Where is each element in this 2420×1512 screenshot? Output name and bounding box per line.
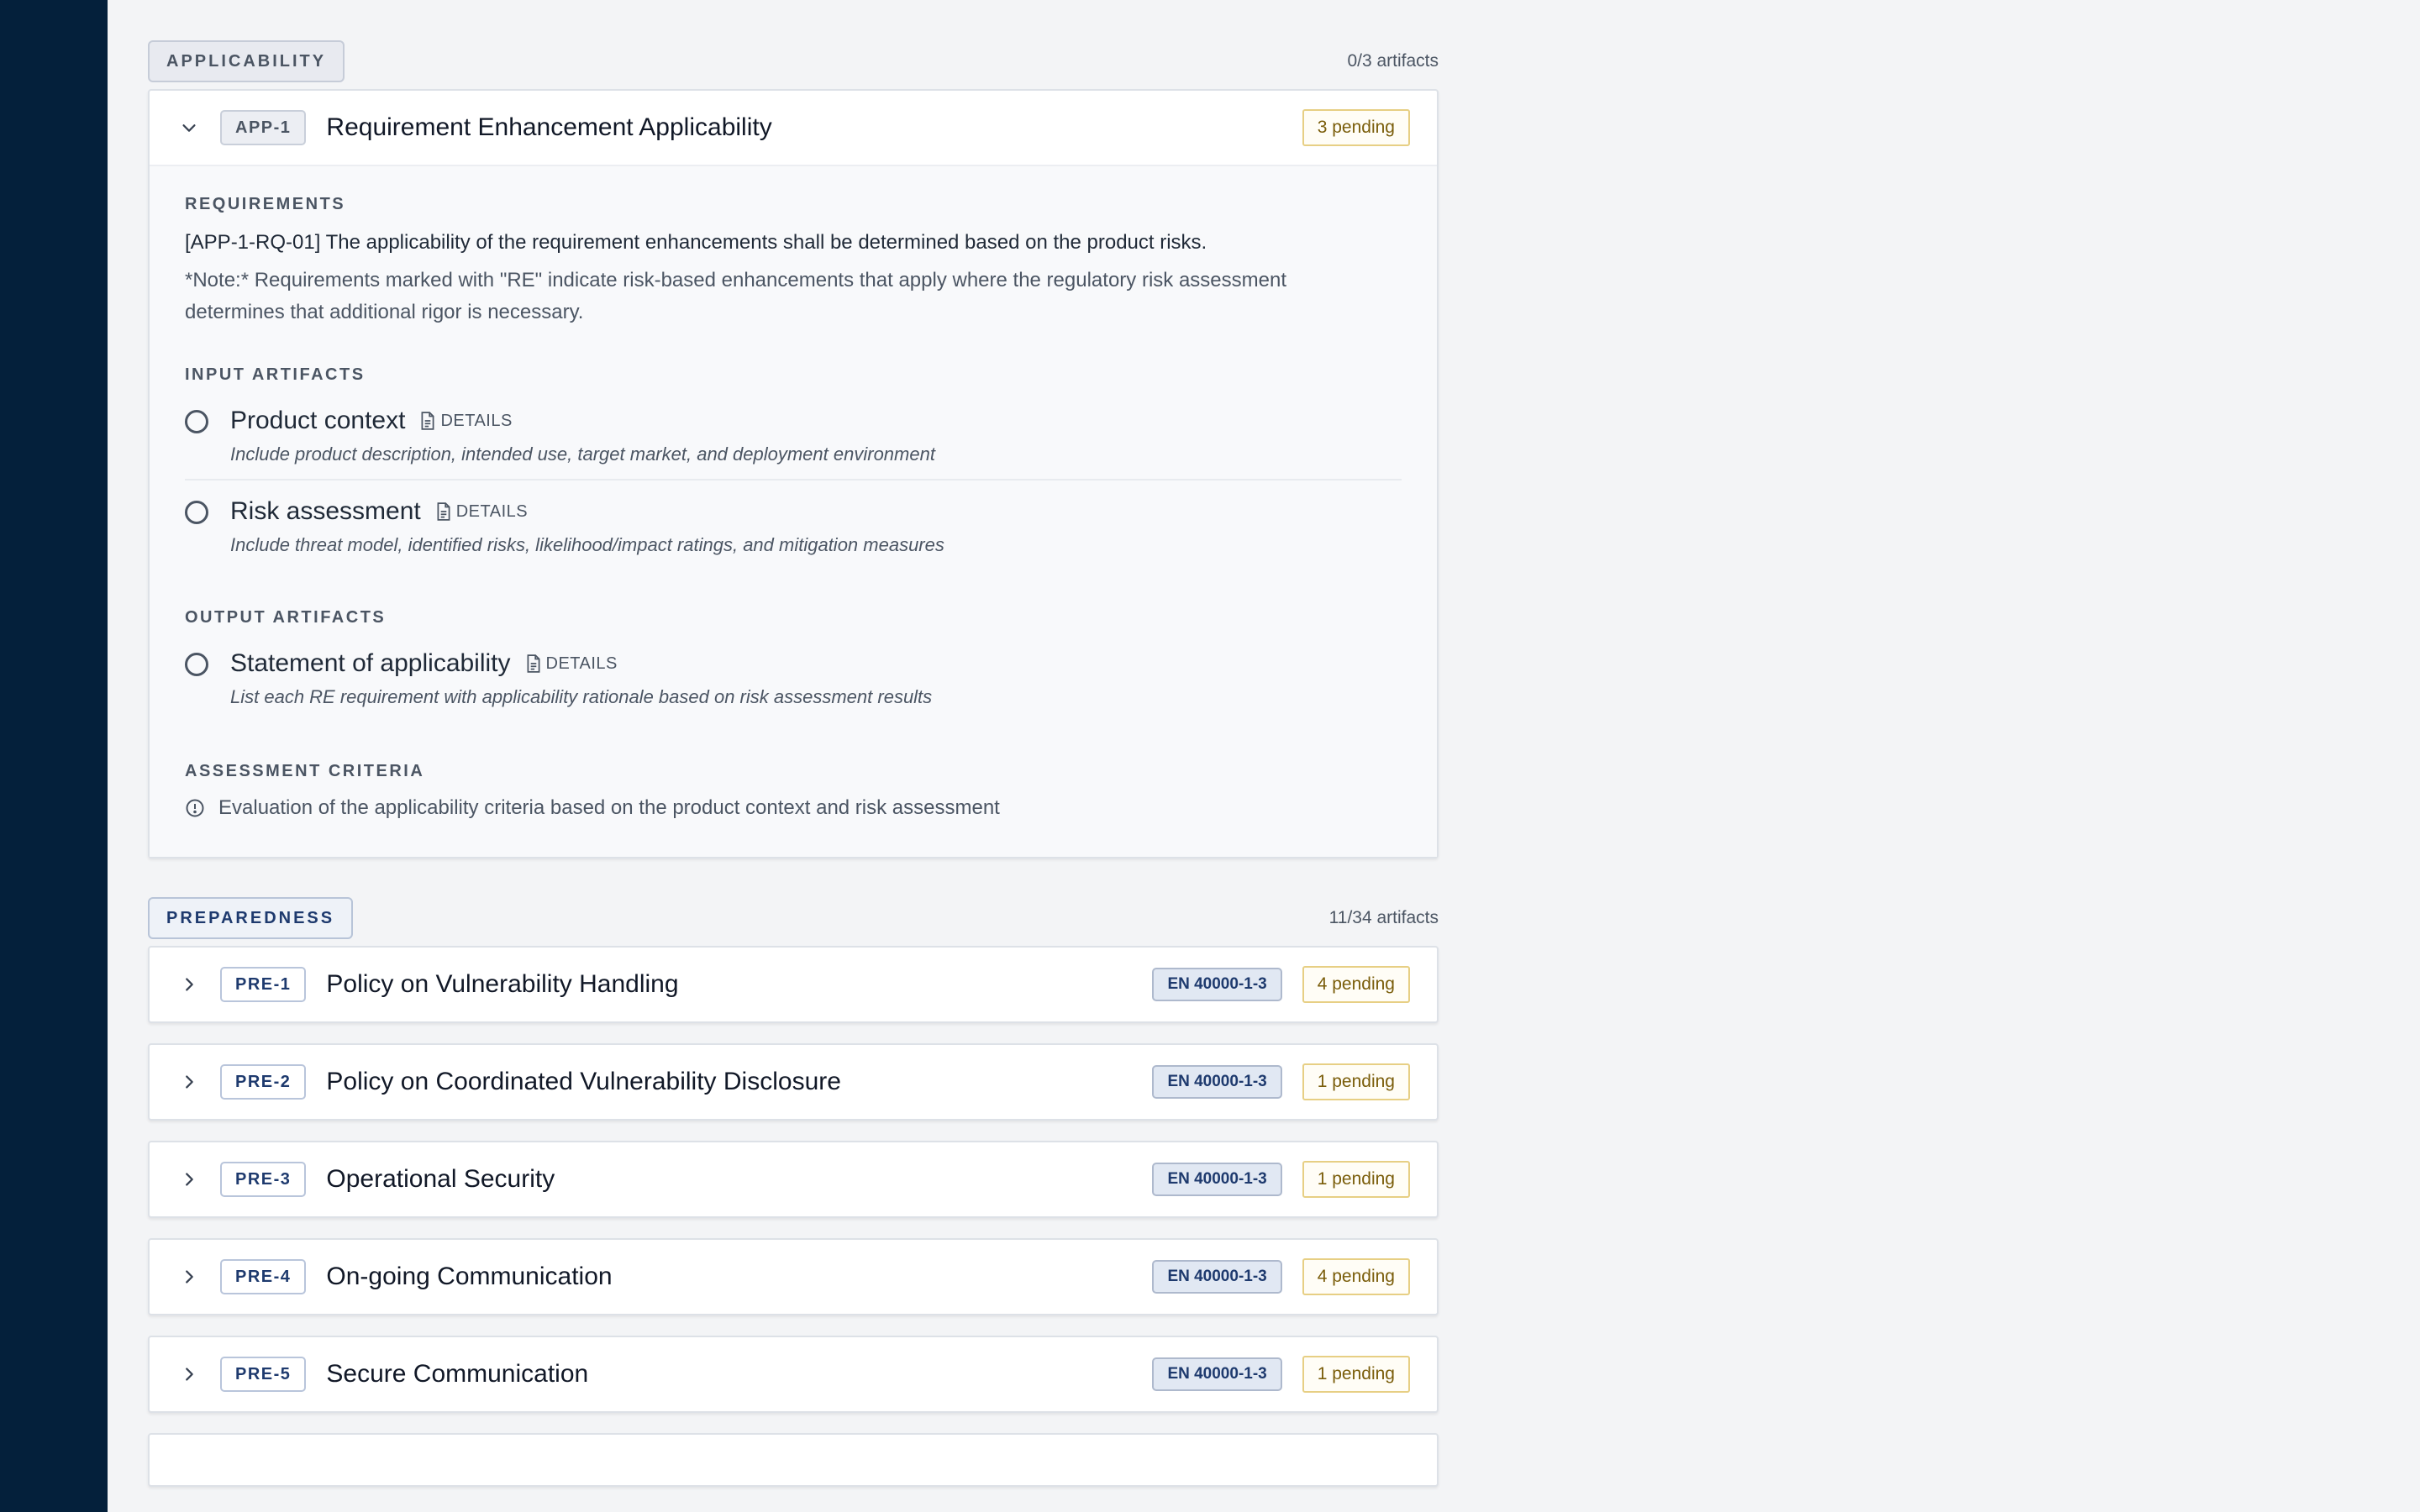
document-icon bbox=[421, 412, 434, 430]
section-label-preparedness: PREPAREDNESS bbox=[148, 897, 354, 939]
artifact-item: Product context DETAILS Include product … bbox=[185, 390, 1402, 479]
details-label: DETAILS bbox=[545, 654, 618, 673]
artifact-name: Statement of applicability bbox=[230, 649, 511, 677]
card-header[interactable]: PRE-4 On-going Communication EN 40000-1-… bbox=[150, 1240, 1437, 1314]
card-header[interactable]: APP-1 Requirement Enhancement Applicabil… bbox=[150, 91, 1437, 165]
requirement-title: Requirement Enhancement Applicability bbox=[326, 113, 772, 141]
requirement-code-badge: PRE-4 bbox=[220, 1259, 307, 1294]
output-artifacts-heading: OUTPUT ARTIFACTS bbox=[185, 608, 387, 627]
radio-unchecked-icon[interactable] bbox=[185, 410, 208, 433]
standard-badge: EN 40000-1-3 bbox=[1152, 1260, 1282, 1294]
section-artifact-count: 0/3 artifacts bbox=[1347, 51, 1439, 71]
requirements-heading: REQUIREMENTS bbox=[185, 195, 346, 213]
requirement-title: Secure Communication bbox=[326, 1360, 589, 1388]
chevron-right-icon[interactable] bbox=[175, 1360, 203, 1389]
card-header[interactable]: PRE-5 Secure Communication EN 40000-1-3 … bbox=[150, 1337, 1437, 1411]
criteria-text: Evaluation of the applicability criteria… bbox=[218, 796, 1000, 819]
document-icon bbox=[527, 654, 539, 673]
section-artifact-count: 11/34 artifacts bbox=[1328, 908, 1439, 927]
standard-badge: EN 40000-1-3 bbox=[1152, 1065, 1282, 1099]
artifact-item: Statement of applicability DETAILS List … bbox=[185, 633, 1402, 722]
chevron-down-icon[interactable] bbox=[175, 113, 203, 142]
requirement-title: Operational Security bbox=[326, 1165, 555, 1193]
artifact-name: Product context bbox=[230, 407, 406, 434]
standard-badge: EN 40000-1-3 bbox=[1152, 1163, 1282, 1196]
requirement-code-badge: PRE-3 bbox=[220, 1162, 307, 1197]
pending-badge: 1 pending bbox=[1302, 1063, 1410, 1100]
chevron-right-icon[interactable] bbox=[175, 1263, 203, 1291]
document-icon bbox=[437, 502, 450, 521]
applicability-section-header: APPLICABILITY 0/3 artifacts bbox=[148, 40, 1439, 82]
main-content: APPLICABILITY 0/3 artifacts APP-1 Requir… bbox=[148, 40, 1439, 1487]
assessment-criteria: Evaluation of the applicability criteria… bbox=[185, 796, 1402, 820]
artifact-item: Risk assessment DETAILS Include threat m… bbox=[185, 479, 1402, 570]
standard-badge: EN 40000-1-3 bbox=[1152, 1357, 1282, 1391]
requirement-code-badge: APP-1 bbox=[220, 110, 307, 145]
requirement-title: On-going Communication bbox=[326, 1263, 613, 1290]
requirement-code-badge: PRE-1 bbox=[220, 967, 307, 1002]
standard-badge: EN 40000-1-3 bbox=[1152, 968, 1282, 1001]
info-circle-icon bbox=[186, 799, 204, 817]
requirement-card-pre-3: PRE-3 Operational Security EN 40000-1-3 … bbox=[148, 1141, 1439, 1218]
artifact-description: List each RE requirement with applicabil… bbox=[230, 686, 933, 707]
pending-badge: 1 pending bbox=[1302, 1161, 1410, 1198]
pending-badge: 3 pending bbox=[1302, 109, 1410, 146]
output-artifacts-list: Statement of applicability DETAILS List … bbox=[185, 633, 1402, 722]
requirement-card-pre-4: PRE-4 On-going Communication EN 40000-1-… bbox=[148, 1238, 1439, 1315]
requirement-code-badge: PRE-5 bbox=[220, 1357, 307, 1392]
pending-badge: 4 pending bbox=[1302, 966, 1410, 1003]
requirement-details: REQUIREMENTS [APP-1-RQ-01] The applicabi… bbox=[150, 165, 1437, 857]
pending-badge: 1 pending bbox=[1302, 1356, 1410, 1393]
sidebar bbox=[0, 0, 108, 1512]
details-link[interactable]: DETAILS bbox=[436, 502, 528, 522]
radio-unchecked-icon[interactable] bbox=[185, 501, 208, 524]
artifact-description: Include product description, intended us… bbox=[230, 444, 935, 465]
preparedness-section-header: PREPAREDNESS 11/34 artifacts bbox=[148, 897, 1439, 939]
card-header[interactable]: PRE-3 Operational Security EN 40000-1-3 … bbox=[150, 1142, 1437, 1216]
chevron-right-icon[interactable] bbox=[175, 970, 203, 999]
radio-unchecked-icon[interactable] bbox=[185, 653, 208, 676]
details-link[interactable]: DETAILS bbox=[420, 412, 512, 431]
requirement-text: [APP-1-RQ-01] The applicability of the r… bbox=[185, 231, 1207, 254]
requirement-card-pre-1: PRE-1 Policy on Vulnerability Handling E… bbox=[148, 946, 1439, 1023]
input-artifacts-heading: INPUT ARTIFACTS bbox=[185, 365, 366, 384]
requirement-note: *Note:* Requirements marked with "RE" in… bbox=[185, 269, 1286, 323]
requirement-title: Policy on Coordinated Vulnerability Disc… bbox=[326, 1068, 841, 1095]
card-header[interactable]: PRE-1 Policy on Vulnerability Handling E… bbox=[150, 948, 1437, 1021]
details-label: DETAILS bbox=[440, 411, 513, 430]
chevron-right-icon[interactable] bbox=[175, 1068, 203, 1096]
card-header[interactable]: PRE-2 Policy on Coordinated Vulnerabilit… bbox=[150, 1045, 1437, 1119]
requirement-code-badge: PRE-2 bbox=[220, 1064, 307, 1100]
requirement-title: Policy on Vulnerability Handling bbox=[326, 970, 679, 998]
requirement-card-partial bbox=[148, 1433, 1439, 1487]
details-label: DETAILS bbox=[455, 501, 529, 521]
artifact-description: Include threat model, identified risks, … bbox=[230, 534, 944, 555]
requirement-card-pre-2: PRE-2 Policy on Coordinated Vulnerabilit… bbox=[148, 1043, 1439, 1121]
artifact-name: Risk assessment bbox=[230, 497, 421, 525]
details-link[interactable]: DETAILS bbox=[526, 654, 618, 674]
requirement-card-app-1: APP-1 Requirement Enhancement Applicabil… bbox=[148, 89, 1439, 858]
requirement-card-pre-5: PRE-5 Secure Communication EN 40000-1-3 … bbox=[148, 1336, 1439, 1413]
input-artifacts-list: Product context DETAILS Include product … bbox=[185, 390, 1402, 570]
section-label-applicability: APPLICABILITY bbox=[148, 40, 345, 82]
chevron-right-icon[interactable] bbox=[175, 1165, 203, 1194]
pending-badge: 4 pending bbox=[1302, 1258, 1410, 1295]
assessment-criteria-heading: ASSESSMENT CRITERIA bbox=[185, 762, 425, 780]
